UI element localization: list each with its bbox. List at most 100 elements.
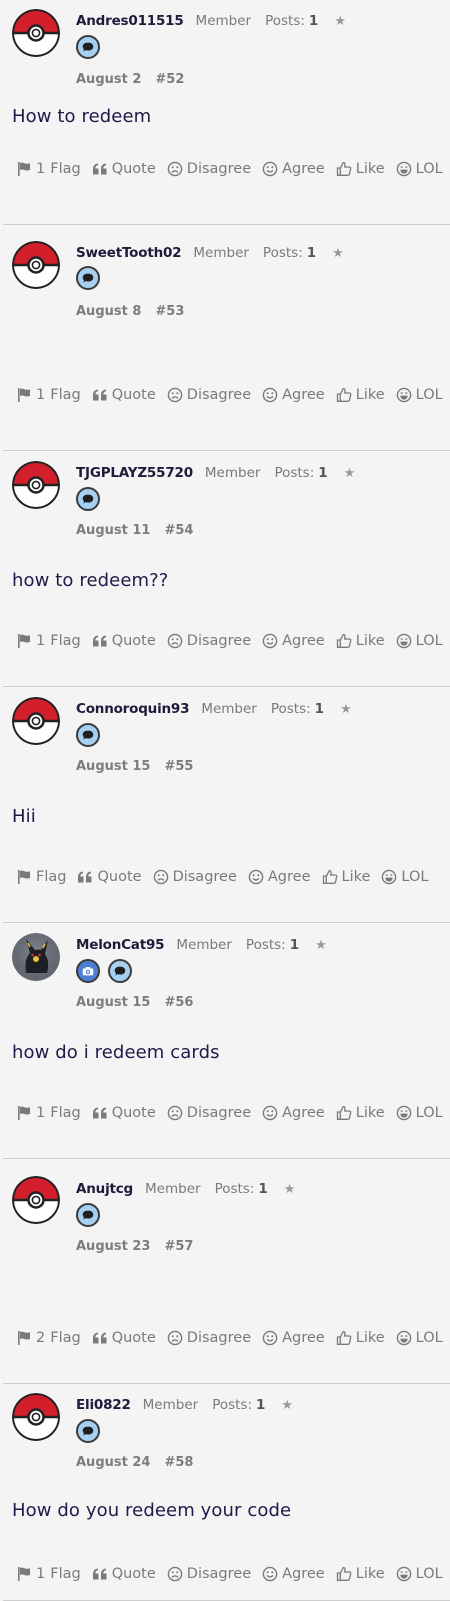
post-number[interactable]: #53	[155, 304, 184, 319]
agree-button[interactable]: Agree	[262, 1105, 325, 1121]
forum-post: SweetTooth02 Member Posts: 1 ★ August 8 …	[3, 225, 450, 451]
agree-button[interactable]: Agree	[262, 633, 325, 649]
username-link[interactable]: TJGPLAYZ55720	[76, 465, 193, 481]
lol-button[interactable]: LOL	[396, 161, 443, 177]
lol-button[interactable]: LOL	[396, 1330, 443, 1346]
username-link[interactable]: SweetTooth02	[76, 245, 182, 261]
smile-icon	[248, 869, 264, 885]
avatar[interactable]	[12, 933, 60, 981]
lol-button[interactable]: LOL	[381, 869, 428, 885]
disagree-button[interactable]: Disagree	[167, 387, 251, 403]
avatar[interactable]	[12, 461, 60, 509]
like-button[interactable]: Like	[322, 869, 370, 885]
speech-bubble-badge[interactable]	[76, 35, 100, 59]
post-date[interactable]: August 2	[76, 72, 141, 87]
flag-button[interactable]: 1 Flag	[16, 387, 81, 403]
quote-button[interactable]: Quote	[92, 633, 156, 649]
quote-button[interactable]: Quote	[92, 161, 156, 177]
disagree-button[interactable]: Disagree	[167, 1330, 251, 1346]
pokeball-avatar-icon	[12, 241, 60, 289]
post-actions: 2 Flag Quote Disagree Agree Like LOL	[16, 1330, 450, 1346]
post-number[interactable]: #57	[164, 1239, 193, 1254]
like-button[interactable]: Like	[336, 161, 385, 177]
quote-button[interactable]: Quote	[92, 1330, 156, 1346]
flag-button[interactable]: 1 Flag	[16, 1105, 81, 1121]
disagree-button[interactable]: Disagree	[167, 633, 251, 649]
post-number[interactable]: #56	[164, 995, 193, 1010]
avatar[interactable]	[12, 9, 60, 57]
post-number[interactable]: #58	[164, 1455, 193, 1470]
speech-bubble-badge[interactable]	[76, 1419, 100, 1443]
posts-count: 1	[258, 1181, 268, 1197]
post-date[interactable]: August 15	[76, 995, 150, 1010]
like-button[interactable]: Like	[336, 1105, 385, 1121]
speech-bubble-badge[interactable]	[76, 1203, 100, 1227]
laugh-icon	[396, 1566, 412, 1582]
post-date[interactable]: August 24	[76, 1455, 150, 1470]
agree-label: Agree	[282, 387, 325, 403]
post-date[interactable]: August 11	[76, 523, 150, 538]
agree-button[interactable]: Agree	[262, 1330, 325, 1346]
speech-bubble-badge[interactable]	[108, 959, 132, 983]
speech-bubble-badge[interactable]	[76, 487, 100, 511]
post-number[interactable]: #55	[164, 759, 193, 774]
username-link[interactable]: Anujtcg	[76, 1181, 133, 1197]
quote-button[interactable]: Quote	[92, 1566, 156, 1582]
agree-button[interactable]: Agree	[248, 869, 311, 885]
agree-button[interactable]: Agree	[262, 161, 325, 177]
quote-button[interactable]: Quote	[92, 387, 156, 403]
quote-icon	[92, 1330, 108, 1346]
quote-button[interactable]: Quote	[92, 1105, 156, 1121]
badge-row	[76, 266, 100, 290]
post-date[interactable]: August 15	[76, 759, 150, 774]
camera-badge[interactable]	[76, 959, 100, 983]
user-role: Member	[195, 13, 252, 29]
speech-bubble-icon	[81, 728, 95, 742]
flag-label: Flag	[50, 1566, 81, 1582]
lol-button[interactable]: LOL	[396, 1105, 443, 1121]
post-number[interactable]: #52	[155, 72, 184, 87]
flag-label: Flag	[36, 869, 67, 885]
disagree-button[interactable]: Disagree	[167, 1566, 251, 1582]
like-button[interactable]: Like	[336, 387, 385, 403]
disagree-button[interactable]: Disagree	[153, 869, 237, 885]
post-date[interactable]: August 8	[76, 304, 141, 319]
like-button[interactable]: Like	[336, 1566, 385, 1582]
speech-bubble-badge[interactable]	[76, 266, 100, 290]
flag-button[interactable]: Flag	[16, 869, 66, 885]
lol-button[interactable]: LOL	[396, 387, 443, 403]
lol-label: LOL	[401, 869, 429, 885]
lol-button[interactable]: LOL	[396, 633, 443, 649]
star-icon: ★	[334, 14, 346, 29]
avatar[interactable]	[12, 241, 60, 289]
flag-button[interactable]: 1 Flag	[16, 633, 81, 649]
flag-button[interactable]: 1 Flag	[16, 1566, 81, 1582]
post-actions: 1 Flag Quote Disagree Agree Like LOL	[16, 1566, 450, 1582]
disagree-button[interactable]: Disagree	[167, 1105, 251, 1121]
username-link[interactable]: Eli0822	[76, 1397, 131, 1413]
flag-icon	[16, 387, 32, 403]
lol-button[interactable]: LOL	[396, 1566, 443, 1582]
like-button[interactable]: Like	[336, 1330, 385, 1346]
flag-button[interactable]: 1 Flag	[16, 161, 81, 177]
username-link[interactable]: MelonCat95	[76, 937, 165, 953]
agree-button[interactable]: Agree	[262, 387, 325, 403]
disagree-button[interactable]: Disagree	[167, 161, 251, 177]
quote-button[interactable]: Quote	[77, 869, 142, 885]
post-date[interactable]: August 23	[76, 1239, 150, 1254]
like-button[interactable]: Like	[336, 633, 385, 649]
smile-icon	[262, 387, 278, 403]
speech-bubble-badge[interactable]	[76, 723, 100, 747]
username-link[interactable]: Connoroquin93	[76, 701, 190, 717]
avatar[interactable]	[12, 1393, 60, 1441]
lol-label: LOL	[415, 1330, 443, 1346]
username-link[interactable]: Andres011515	[76, 13, 184, 29]
disagree-label: Disagree	[172, 869, 237, 885]
laugh-icon	[396, 633, 412, 649]
agree-button[interactable]: Agree	[262, 1566, 325, 1582]
post-number[interactable]: #54	[164, 523, 193, 538]
avatar[interactable]	[12, 1176, 60, 1224]
like-label: Like	[355, 161, 385, 177]
flag-button[interactable]: 2 Flag	[16, 1330, 81, 1346]
avatar[interactable]	[12, 697, 60, 745]
